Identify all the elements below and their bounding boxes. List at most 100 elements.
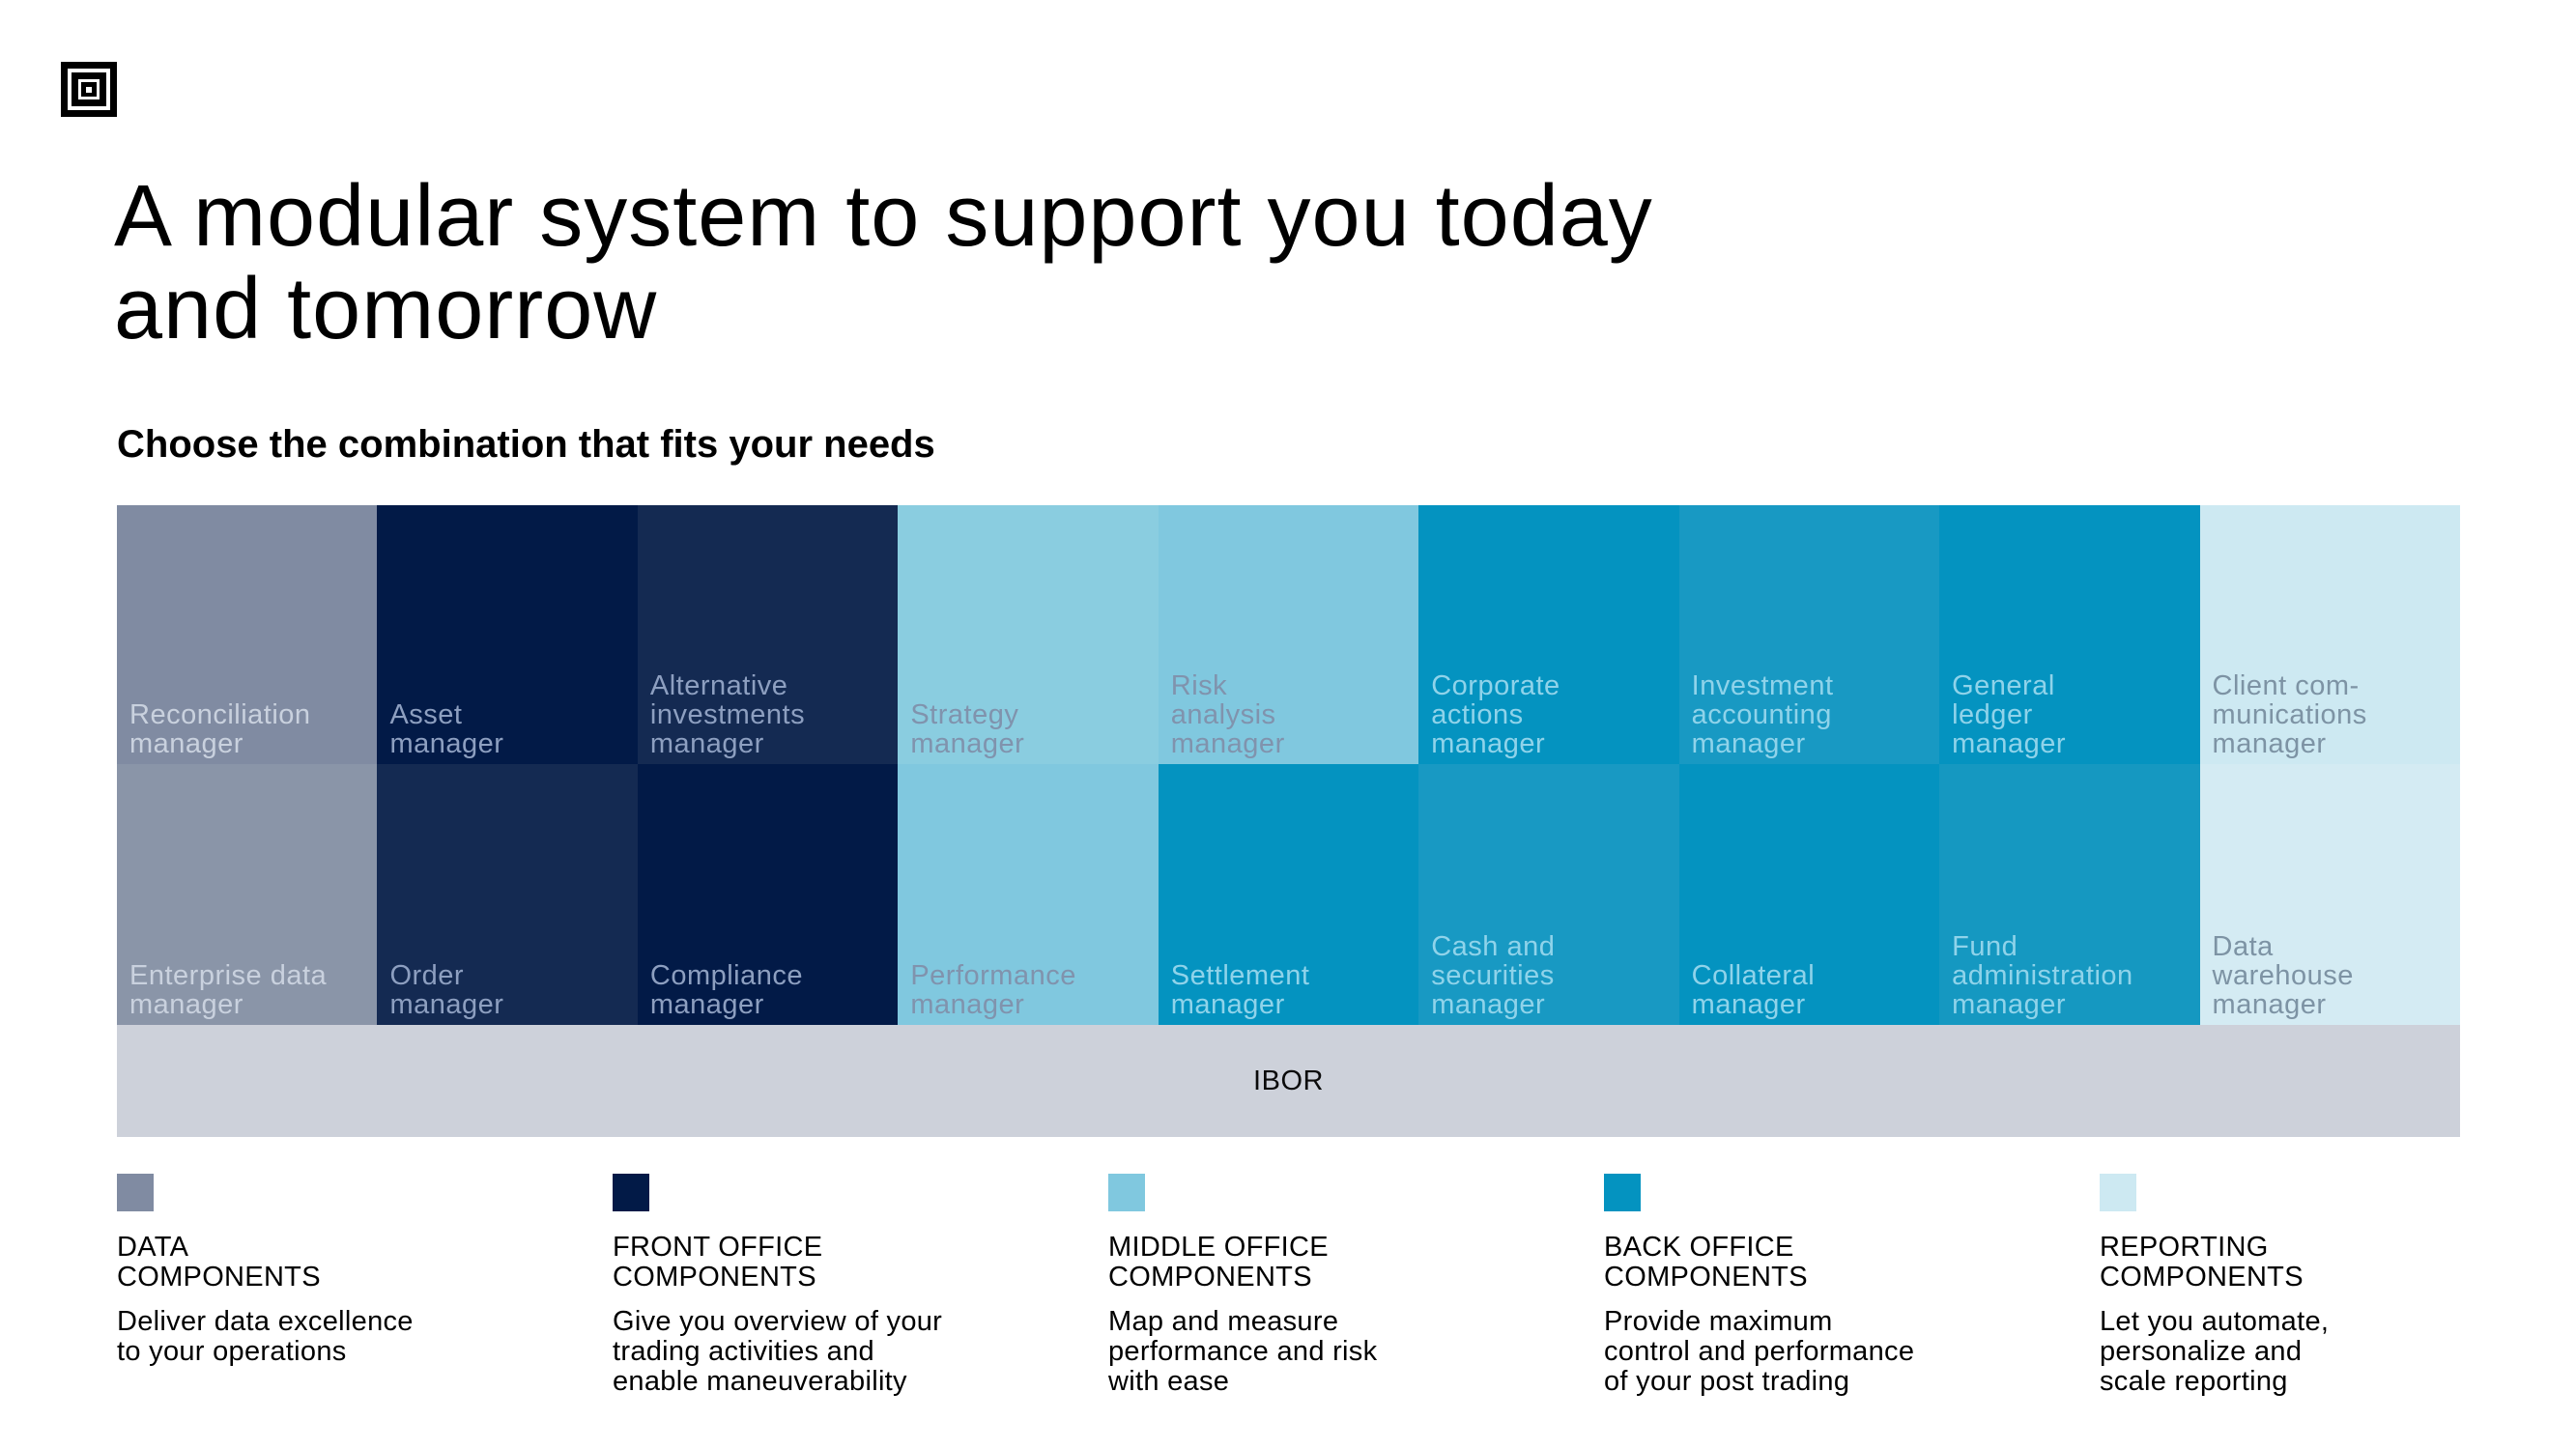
component-tile-label: Strategy manager — [910, 700, 1148, 758]
tile-label-line: Collateral — [1691, 960, 1816, 991]
component-tile[interactable]: Order manager — [377, 764, 638, 1025]
component-tile[interactable]: Collateral manager — [1678, 764, 1940, 1025]
component-tile[interactable]: Client com-munications manager — [2199, 505, 2460, 764]
component-tile[interactable]: Alternative investments manager — [637, 505, 899, 764]
tile-label-line: Order — [389, 960, 465, 991]
component-tile-label: Collateral manager — [1692, 961, 1930, 1019]
legend-heading-line: COMPONENTS — [1604, 1262, 1808, 1293]
tile-label-line: Reconciliation — [129, 699, 311, 730]
tile-label-line: manager — [1170, 728, 1285, 759]
title-line: A modular system to support you today — [114, 168, 1653, 265]
component-tile[interactable]: Compliance manager — [637, 764, 899, 1025]
legend-heading-line: COMPONENTS — [1108, 1262, 1312, 1293]
component-tile[interactable]: Fund administration manager — [1939, 764, 2200, 1025]
component-tile-label: General ledger manager — [1952, 671, 2190, 758]
tile-label-line: investments — [649, 699, 806, 730]
legend-swatch — [117, 1174, 154, 1211]
tile-label-line: manager — [1170, 989, 1285, 1020]
legend-swatch — [1604, 1174, 1641, 1211]
component-tile[interactable]: Reconciliation manager — [117, 505, 378, 764]
tile-label-line: Data — [2212, 931, 2274, 962]
legend-heading-line: COMPONENTS — [613, 1262, 816, 1293]
tile-label-line: Corporate — [1431, 670, 1560, 701]
component-grid: Reconciliation manager Asset manager Alterna… — [117, 505, 2460, 1025]
legend-heading-line: MIDDLE OFFICE — [1108, 1232, 1329, 1263]
tile-label-line: manager — [2212, 989, 2327, 1020]
component-tile[interactable]: Data warehouse manager — [2199, 764, 2460, 1025]
component-tile[interactable]: Settlement manager — [1158, 764, 1419, 1025]
legend-description: Let you automate, personalize and scale re… — [2100, 1307, 2563, 1397]
tile-label-line: Alternative — [649, 670, 788, 701]
component-tile[interactable]: General ledger manager — [1939, 505, 2200, 764]
tile-label-line: warehouse — [2212, 960, 2354, 991]
legend-description: Provide maximum control and performance of… — [1604, 1307, 2068, 1397]
tile-label-line: Risk — [1170, 670, 1228, 701]
component-tile-label: Corporate actions manager — [1431, 671, 1669, 758]
tile-label-line: manager — [910, 989, 1025, 1020]
tile-label-line: Compliance — [649, 960, 804, 991]
tile-label-line: administration — [1952, 960, 2133, 991]
legend-description-line: Provide maximum — [1604, 1306, 1833, 1337]
tile-label-line: Investment — [1691, 670, 1834, 701]
legend-heading: FRONT OFFICE COMPONENTS — [613, 1233, 1076, 1293]
legend-description: Map and measure performance and risk with … — [1108, 1307, 1572, 1397]
tile-label-line: manager — [389, 989, 504, 1020]
component-tile-label: Reconciliation manager — [129, 700, 367, 758]
legend-description-line: personalize and — [2100, 1336, 2303, 1367]
legend-description-line: to your operations — [117, 1336, 347, 1367]
component-tile[interactable]: Strategy manager — [898, 505, 1159, 764]
tile-label-line: Cash and — [1431, 931, 1556, 962]
legend-description: Give you overview of your trading activit… — [613, 1307, 1076, 1397]
component-tile[interactable]: Enterprise data manager — [117, 764, 378, 1025]
component-tile-label: Settlement manager — [1171, 961, 1409, 1019]
legend-heading-line: DATA — [117, 1232, 189, 1263]
legend-heading-line: FRONT OFFICE — [613, 1232, 823, 1263]
tile-label-line: Client com- — [2212, 670, 2360, 701]
legend-swatch — [1108, 1174, 1145, 1211]
legend-description-line: scale reporting — [2100, 1366, 2288, 1397]
component-tile-label: Risk analysis manager — [1171, 671, 1409, 758]
legend-description-line: enable maneuverability — [613, 1366, 907, 1397]
tile-label-line: Strategy — [910, 699, 1019, 730]
tile-label-line: munications — [2212, 699, 2367, 730]
tile-label-line: manager — [129, 989, 243, 1020]
tile-label-line: manager — [1691, 989, 1806, 1020]
tile-label-line: accounting — [1691, 699, 1832, 730]
ibor-label: IBOR — [1253, 1065, 1324, 1096]
legend-heading: DATA COMPONENTS — [117, 1233, 581, 1293]
tile-label-line: manager — [1691, 728, 1806, 759]
tile-label-line: manager — [1431, 728, 1546, 759]
component-tile-label: Alternative investments manager — [650, 671, 888, 758]
page-subtitle: Choose the combination that fits your ne… — [117, 423, 935, 466]
component-tile[interactable]: Performance manager — [898, 764, 1159, 1025]
tile-label-line: Enterprise data — [129, 960, 328, 991]
legend-heading: BACK OFFICE COMPONENTS — [1604, 1233, 2068, 1293]
legend-swatch — [613, 1174, 649, 1211]
company-logo — [61, 62, 117, 117]
component-tile[interactable]: Asset manager — [377, 505, 638, 764]
legend-item-middle-office: MIDDLE OFFICE COMPONENTS Map and measure pe… — [1108, 1174, 1572, 1397]
component-tile-label: Order manager — [389, 961, 627, 1019]
component-tile[interactable]: Cash and securities manager — [1418, 764, 1679, 1025]
tile-label-line: General — [1952, 670, 2055, 701]
legend-item-reporting: REPORTING COMPONENTS Let you automate, pers… — [2100, 1174, 2563, 1397]
component-tile[interactable]: Investment accounting manager — [1678, 505, 1940, 764]
component-tile-label: Asset manager — [389, 700, 627, 758]
component-tile[interactable]: Corporate actions manager — [1418, 505, 1679, 764]
title-line: and tomorrow — [114, 261, 658, 357]
legend-heading-line: COMPONENTS — [2100, 1262, 2304, 1293]
component-tile-label: Cash and securities manager — [1431, 932, 1669, 1019]
tile-label-line: manager — [1952, 989, 2067, 1020]
legend-item-data: DATA COMPONENTS Deliver data excellence to … — [117, 1174, 581, 1367]
tile-label-line: securities — [1431, 960, 1555, 991]
component-tile[interactable]: Risk analysis manager — [1158, 505, 1419, 764]
tile-label-line: manager — [2212, 728, 2327, 759]
legend-heading: REPORTING COMPONENTS — [2100, 1233, 2563, 1293]
legend-item-front-office: FRONT OFFICE COMPONENTS Give you overview … — [613, 1174, 1076, 1397]
legend-description-line: of your post trading — [1604, 1366, 1850, 1397]
tile-label-line: actions — [1431, 699, 1524, 730]
component-tile-label: Enterprise data manager — [129, 961, 367, 1019]
page-title: A modular system to support you today an… — [114, 170, 2240, 355]
component-tile-label: Investment accounting manager — [1692, 671, 1930, 758]
ibor-base-layer[interactable]: IBOR — [117, 1025, 2460, 1137]
